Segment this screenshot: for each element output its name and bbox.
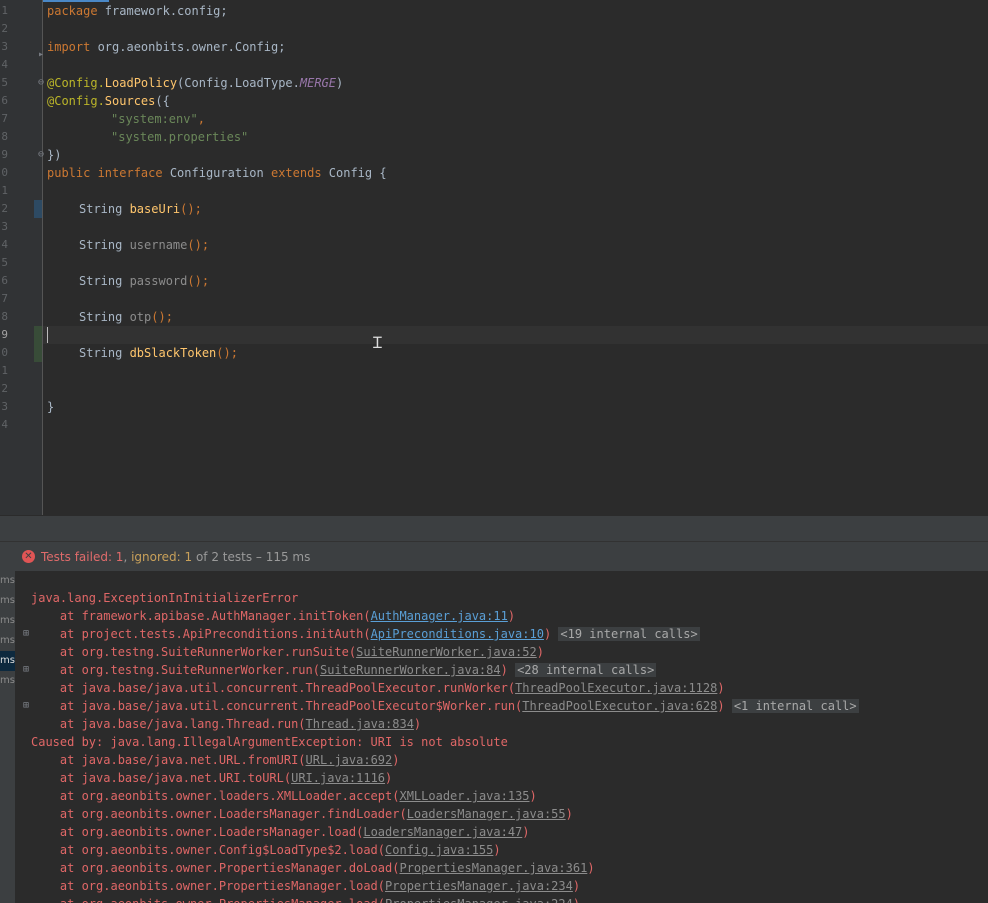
current-line-highlight bbox=[43, 326, 988, 344]
test-duration-selected[interactable]: ms bbox=[0, 651, 15, 671]
line-number: 6 bbox=[1, 94, 8, 107]
test-duration[interactable]: ms bbox=[0, 591, 15, 611]
code-line: String baseUri(); bbox=[79, 202, 202, 216]
source-link[interactable]: PropertiesManager.java:361 bbox=[399, 861, 587, 875]
line-number: 4 bbox=[1, 238, 8, 251]
source-link[interactable]: SuiteRunnerWorker.java:84 bbox=[320, 663, 501, 677]
code-line: String password(); bbox=[79, 274, 210, 288]
console-line: at project.tests.ApiPreconditions.initAu… bbox=[31, 627, 700, 641]
panel-splitter[interactable] bbox=[0, 515, 988, 542]
source-link[interactable]: PropertiesManager.java:224 bbox=[385, 897, 573, 903]
source-link[interactable]: LoadersManager.java:55 bbox=[407, 807, 566, 821]
line-number: 5 bbox=[1, 256, 8, 269]
line-number: 3 bbox=[1, 220, 8, 233]
expand-icon[interactable]: ⊞ bbox=[23, 625, 29, 643]
source-link[interactable]: XMLLoader.java:135 bbox=[399, 789, 529, 803]
line-number: 1 bbox=[1, 364, 8, 377]
internal-calls-chip[interactable]: <1 internal call> bbox=[731, 699, 859, 713]
line-number: 8 bbox=[1, 310, 8, 323]
line-number: 4 bbox=[1, 418, 8, 431]
fold-arrow-icon[interactable]: ▸ bbox=[38, 46, 44, 64]
fold-close-icon[interactable]: ⊖ bbox=[38, 146, 44, 164]
line-number: 5 bbox=[1, 76, 8, 89]
console-line: Caused by: java.lang.IllegalArgumentExce… bbox=[31, 735, 508, 749]
source-link[interactable]: Thread.java:834 bbox=[306, 717, 414, 731]
source-link[interactable]: ThreadPoolExecutor.java:1128 bbox=[515, 681, 717, 695]
code-line: "system:env", bbox=[111, 112, 205, 126]
line-number: 2 bbox=[1, 22, 8, 35]
fold-open-icon[interactable]: ⊖ bbox=[38, 74, 44, 92]
line-number: 2 bbox=[1, 382, 8, 395]
source-link[interactable]: ThreadPoolExecutor.java:628 bbox=[522, 699, 717, 713]
console-line: at org.aeonbits.owner.loaders.XMLLoader.… bbox=[31, 789, 537, 803]
error-icon: ✕ bbox=[22, 550, 35, 563]
line-number: 3 bbox=[1, 40, 8, 53]
code-line: import org.aeonbits.owner.Config; bbox=[47, 40, 286, 54]
test-duration[interactable]: ms bbox=[0, 631, 15, 651]
line-number: 9 bbox=[1, 148, 8, 161]
console-line: at org.aeonbits.owner.PropertiesManager.… bbox=[31, 895, 580, 903]
change-marker-added bbox=[34, 326, 42, 362]
line-number: 4 bbox=[1, 58, 8, 71]
line-number: 6 bbox=[1, 274, 8, 287]
line-number: 1 bbox=[1, 4, 8, 17]
console-line: at java.base/java.net.URI.toURL(URI.java… bbox=[31, 771, 393, 785]
test-status-bar: ✕ Tests failed: 1, ignored: 1 of 2 tests… bbox=[0, 541, 988, 572]
source-link[interactable]: SuiteRunnerWorker.java:52 bbox=[356, 645, 537, 659]
source-link[interactable]: Config.java:155 bbox=[385, 843, 493, 857]
console-line: at org.aeonbits.owner.PropertiesManager.… bbox=[31, 861, 595, 875]
line-number: 3 bbox=[1, 400, 8, 413]
line-number: 8 bbox=[1, 130, 8, 143]
text-cursor-icon: Ɪ bbox=[373, 333, 382, 352]
console-line: at org.testng.SuiteRunnerWorker.run(Suit… bbox=[31, 663, 657, 677]
code-line: } bbox=[47, 400, 55, 414]
source-link[interactable]: AuthManager.java:11 bbox=[371, 609, 508, 623]
console-line: at java.base/java.util.concurrent.Thread… bbox=[31, 699, 859, 713]
console-line: at java.base/java.util.concurrent.Thread… bbox=[31, 681, 725, 695]
code-line: "system.properties" bbox=[111, 130, 249, 144]
line-number: 0 bbox=[1, 166, 8, 179]
source-link[interactable]: URI.java:1116 bbox=[291, 771, 385, 785]
source-link[interactable]: ApiPreconditions.java:10 bbox=[371, 627, 544, 641]
line-number: 2 bbox=[1, 202, 8, 215]
line-number: 7 bbox=[1, 112, 8, 125]
code-line: }) bbox=[47, 148, 62, 162]
expand-icon[interactable]: ⊞ bbox=[23, 661, 29, 679]
console-output[interactable]: ⊞ ⊞ ⊞ java.lang.ExceptionInInitializerEr… bbox=[15, 571, 988, 903]
code-line: String username(); bbox=[79, 238, 210, 252]
internal-calls-chip[interactable]: <19 internal calls> bbox=[558, 627, 700, 641]
line-number: 9 bbox=[1, 328, 8, 341]
console-line: at org.aeonbits.owner.PropertiesManager.… bbox=[31, 879, 581, 893]
test-tree: ms ms ms ms ms ms bbox=[0, 571, 15, 903]
line-number: 0 bbox=[1, 346, 8, 359]
code-line: @Config.Sources({ bbox=[47, 94, 170, 108]
code-line: String otp(); bbox=[79, 310, 173, 324]
source-link[interactable]: LoadersManager.java:47 bbox=[363, 825, 522, 839]
console-line: java.lang.ExceptionInInitializerError bbox=[31, 591, 299, 605]
line-number: 7 bbox=[1, 292, 8, 305]
line-number: 1 bbox=[1, 184, 8, 197]
console-line: at org.aeonbits.owner.LoadersManager.loa… bbox=[31, 825, 530, 839]
code-line: package framework.config; bbox=[47, 4, 228, 18]
test-summary: Tests failed: 1, ignored: 1 of 2 tests –… bbox=[41, 550, 311, 564]
internal-calls-chip[interactable]: <28 internal calls> bbox=[515, 663, 657, 677]
console-line: at framework.apibase.AuthManager.initTok… bbox=[31, 609, 516, 623]
source-link[interactable]: PropertiesManager.java:234 bbox=[385, 879, 573, 893]
console-line: at java.base/java.lang.Thread.run(Thread… bbox=[31, 717, 422, 731]
console-line: at org.aeonbits.owner.Config$LoadType$2.… bbox=[31, 843, 501, 857]
code-line: String dbSlackToken(); bbox=[79, 346, 238, 360]
source-link[interactable]: URL.java:692 bbox=[306, 753, 393, 767]
code-line: public interface Configuration extends C… bbox=[47, 166, 387, 180]
test-duration[interactable]: ms bbox=[0, 571, 15, 591]
expand-icon[interactable]: ⊞ bbox=[23, 697, 29, 715]
change-marker bbox=[34, 200, 42, 218]
console-line: at org.testng.SuiteRunnerWorker.runSuite… bbox=[31, 645, 544, 659]
console-line: at java.base/java.net.URL.fromURI(URL.ja… bbox=[31, 753, 400, 767]
text-caret bbox=[47, 327, 48, 343]
test-duration[interactable]: ms bbox=[0, 611, 15, 631]
test-duration[interactable]: ms bbox=[0, 671, 15, 691]
console-line: at org.aeonbits.owner.LoadersManager.fin… bbox=[31, 807, 573, 821]
code-line: @Config.LoadPolicy(Config.LoadType.MERGE… bbox=[47, 76, 344, 90]
code-editor[interactable]: 1 2 3 4 5 6 7 8 9 0 1 2 3 4 5 6 7 8 9 0 … bbox=[0, 0, 988, 515]
